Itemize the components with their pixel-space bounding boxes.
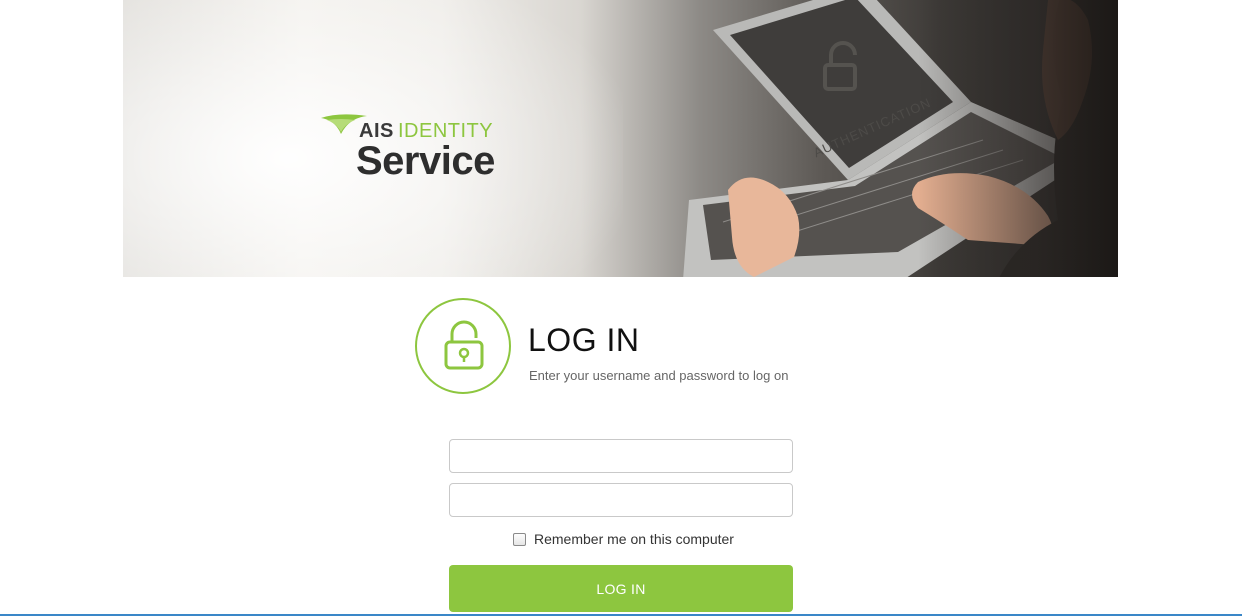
remember-me-option[interactable]: Remember me on this computer bbox=[513, 531, 734, 547]
username-input[interactable] bbox=[449, 439, 793, 473]
hero-banner: AUTHENTICATION AIS IDENTITY Service bbox=[123, 0, 1118, 277]
logo-service: Service bbox=[356, 139, 495, 183]
page-subtitle: Enter your username and password to log … bbox=[529, 368, 789, 383]
password-input[interactable] bbox=[449, 483, 793, 517]
unlock-icon bbox=[444, 320, 484, 370]
lock-badge bbox=[415, 298, 511, 394]
login-button[interactable]: LOG IN bbox=[449, 565, 793, 612]
ais-identity-logo: AIS IDENTITY Service bbox=[319, 112, 509, 192]
remember-me-label: Remember me on this computer bbox=[534, 531, 734, 547]
banner-shade bbox=[918, 0, 1118, 277]
login-page: AUTHENTICATION AIS IDENTITY Service LOG … bbox=[0, 0, 1242, 616]
page-title: LOG IN bbox=[528, 322, 640, 358]
remember-me-checkbox[interactable] bbox=[513, 532, 526, 546]
